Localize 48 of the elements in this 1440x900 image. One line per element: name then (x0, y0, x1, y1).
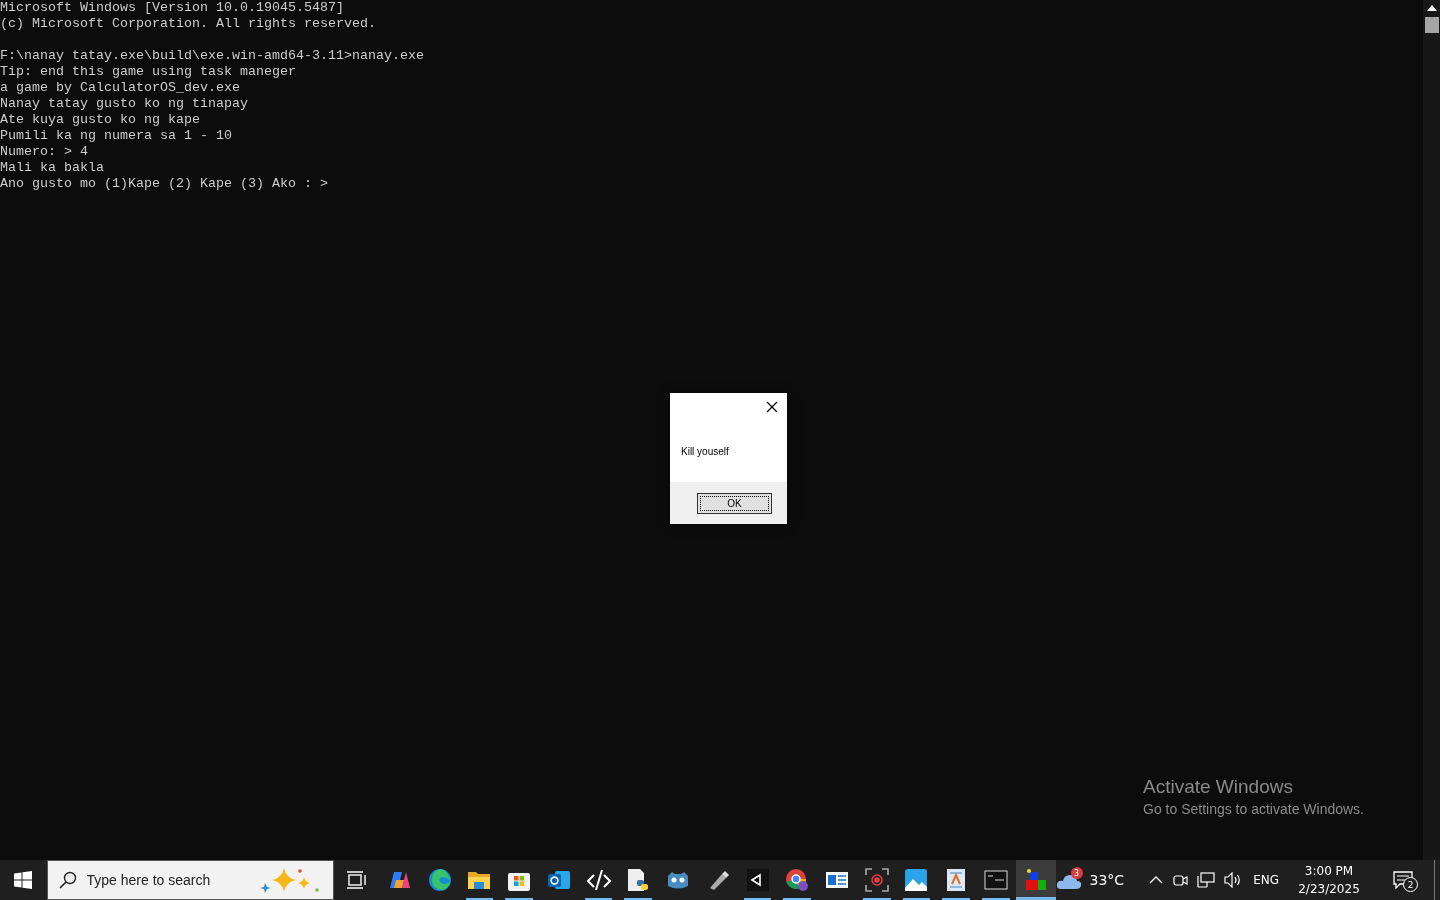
message-icon (1393, 871, 1413, 889)
camera-icon[interactable] (1172, 872, 1189, 888)
weather-widget[interactable]: 3 33°C (1055, 870, 1125, 890)
blocks-icon (1023, 868, 1048, 892)
console-line: Microsoft Windows [Version 10.0.19045.5487] (0, 0, 344, 16)
code-icon (586, 868, 611, 892)
activation-message: Go to Settings to activate Windows. (1143, 801, 1364, 817)
temperature: 33°C (1089, 872, 1125, 888)
date: 2/23/2025 (1298, 881, 1360, 898)
record-icon (864, 868, 889, 892)
console-line: a game by CalculatorOS_dev.exe (0, 80, 240, 96)
chevron-up-icon[interactable] (1149, 876, 1164, 884)
scroll-up-icon[interactable] (1426, 5, 1437, 11)
console-line: Numero: > 4 (0, 144, 88, 160)
browser-icon (785, 868, 810, 892)
search-field[interactable]: Type here to search (46, 860, 334, 900)
console-line: Mali ka bakla (0, 160, 104, 176)
clock[interactable]: 3:00 PM 2/23/2025 (1296, 862, 1362, 898)
console-line: F:\nanay tatay.exe\build\exe.win-amd64-3.11>nanay.exe (0, 48, 424, 64)
app-icon (427, 868, 452, 892)
console-line: Tip: end this game using task maneger (0, 64, 296, 80)
console-line: (c) Microsoft Corporation. All rights reserved. (0, 16, 376, 32)
task-view-icon (346, 871, 367, 889)
activation-title: Activate Windows (1143, 776, 1294, 798)
time: 3:00 PM (1304, 863, 1354, 880)
scrollbar[interactable] (1423, 0, 1440, 860)
mail-icon (546, 868, 571, 892)
mountain-icon (904, 868, 929, 892)
network-icon[interactable] (1197, 872, 1216, 888)
weather-badge: 3 (1070, 867, 1083, 879)
language-indicator[interactable]: ENG (1253, 873, 1279, 887)
close-icon[interactable] (766, 401, 778, 413)
cube-icon (745, 868, 770, 892)
document-icon (626, 868, 651, 892)
console-line: Ano gusto mo (1)Kape (2) Kape (3) Ako : > (0, 176, 328, 192)
notification-button[interactable]: 2 (1381, 871, 1425, 889)
taskbar-app[interactable] (1015, 860, 1056, 900)
volume-icon[interactable] (1224, 872, 1243, 888)
windows-icon (14, 871, 33, 889)
search-icon (58, 871, 77, 889)
scroll-thumb[interactable] (1424, 17, 1439, 33)
console-line: Pumili ka ng numera sa 1 - 10 (0, 128, 232, 144)
ok-button[interactable]: OK (697, 492, 772, 514)
terminal-icon (983, 868, 1008, 892)
console-line: Nanay tatay gusto ko ng tinapay (0, 96, 248, 112)
notification-count: 2 (1403, 877, 1418, 892)
dialog-message: Kill youself (681, 446, 729, 457)
console-line: Ate kuya gusto ko ng kape (0, 112, 200, 128)
